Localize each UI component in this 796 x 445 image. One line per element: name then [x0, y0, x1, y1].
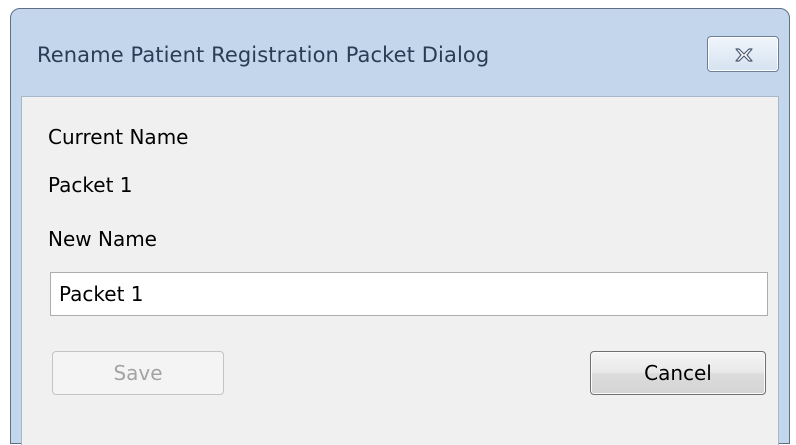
new-name-label: New Name	[48, 227, 157, 251]
title-bar[interactable]: Rename Patient Registration Packet Dialo…	[11, 9, 789, 95]
dialog-title: Rename Patient Registration Packet Dialo…	[37, 43, 490, 67]
current-name-label: Current Name	[48, 125, 189, 149]
save-button[interactable]: Save	[52, 351, 224, 395]
close-button[interactable]	[707, 36, 779, 72]
close-x-icon	[735, 48, 753, 62]
new-name-input[interactable]	[50, 272, 768, 316]
cancel-button[interactable]: Cancel	[590, 351, 766, 395]
current-name-value: Packet 1	[48, 173, 133, 197]
dialog-body: Current Name Packet 1 New Name Save Canc…	[21, 96, 779, 445]
rename-dialog-window: Rename Patient Registration Packet Dialo…	[10, 8, 790, 445]
